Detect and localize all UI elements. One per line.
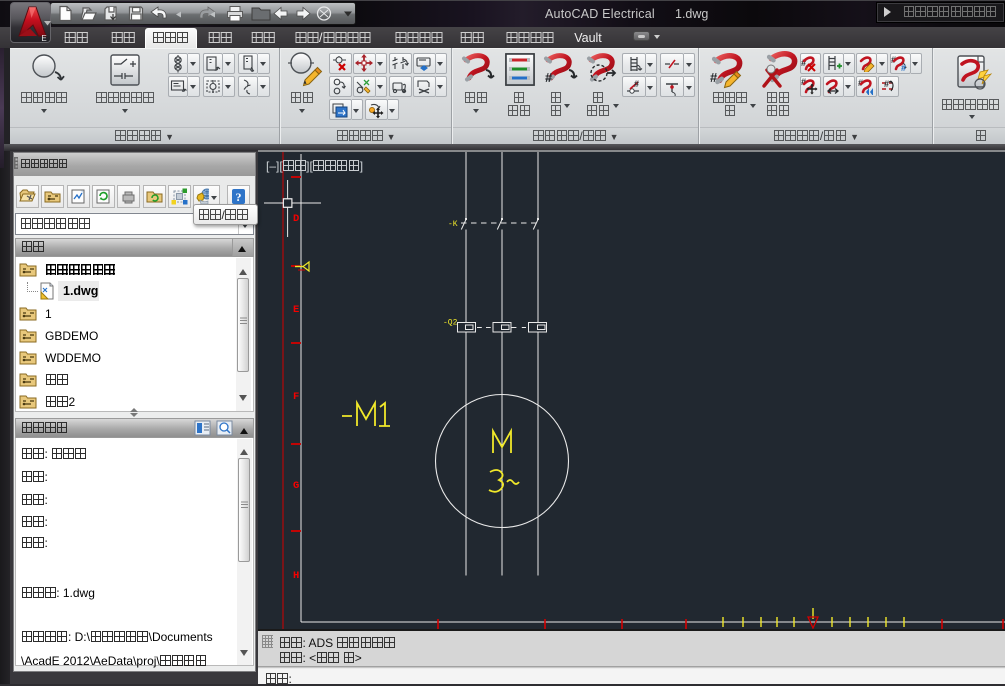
svg-text:-K: -K [448,220,458,229]
svg-text:#: # [710,70,718,85]
svg-text:-Q2: -Q2 [443,319,458,328]
svg-text:#: # [545,70,553,85]
svg-text:D: D [293,213,299,225]
svg-text:#: # [884,79,889,89]
svg-text:#: # [634,79,639,89]
svg-text:#: # [901,63,906,72]
svg-text:H: H [293,570,299,582]
svg-text:E: E [293,304,299,316]
svg-text:E: E [41,34,46,43]
svg-text:?: ? [236,190,242,204]
svg-text:G: G [293,480,299,492]
svg-text:F: F [293,391,299,403]
